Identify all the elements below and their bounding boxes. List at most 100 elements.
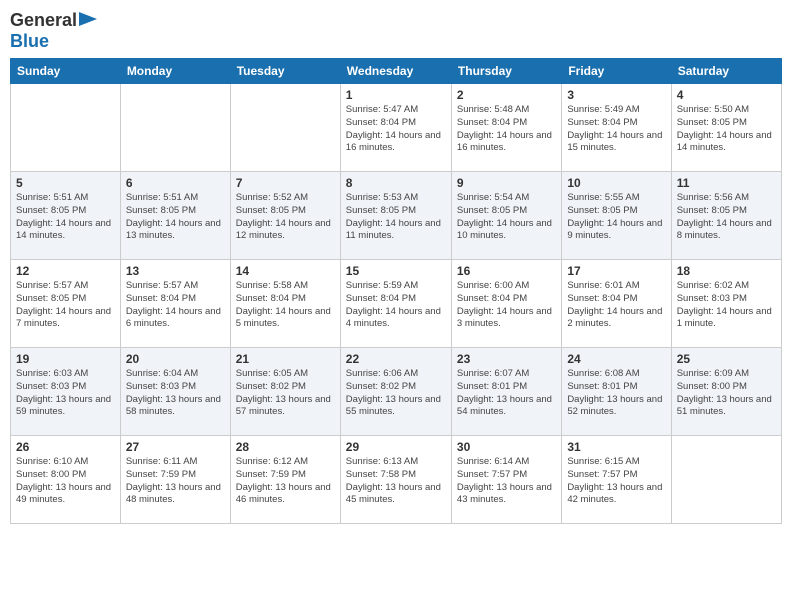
logo: General Blue (10, 10, 97, 52)
calendar-cell: 21Sunrise: 6:05 AM Sunset: 8:02 PM Dayli… (230, 348, 340, 436)
day-number: 31 (567, 440, 665, 454)
day-info: Sunrise: 6:04 AM Sunset: 8:03 PM Dayligh… (126, 368, 225, 419)
calendar-cell: 15 Sunrise: 5:59 AM Sunset: 8:04 PM Dayli… (340, 260, 451, 348)
day-number: 26 (16, 440, 115, 454)
day-info: Sunrise: 5:47 AM Sunset: 8:04 PM Dayligh… (346, 104, 446, 155)
day-info: Sunrise: 5:58 AM Sunset: 8:04 PM Dayligh… (236, 280, 335, 331)
day-number: 14 (236, 264, 335, 278)
calendar-cell (120, 84, 230, 172)
calendar-cell: 2Sunrise: 5:48 AM Sunset: 8:04 PM Daylig… (451, 84, 561, 172)
day-info: Sunrise: 6:03 AM Sunset: 8:03 PM Dayligh… (16, 368, 115, 419)
day-info: Sunrise: 6:10 AM Sunset: 8:00 PM Dayligh… (16, 456, 115, 507)
calendar-cell: 31 Sunrise: 6:15 AM Sunset: 7:57 PM Dayli… (562, 436, 671, 524)
day-info: Sunrise: 6:15 AM Sunset: 7:57 PM Dayligh… (567, 456, 665, 507)
calendar-table: SundayMondayTuesdayWednesdayThursdayFrid… (10, 58, 782, 524)
day-number: 22 (346, 352, 446, 366)
calendar-cell: 6 Sunrise: 5:51 AM Sunset: 8:05 PM Daylig… (120, 172, 230, 260)
day-number: 9 (457, 176, 556, 190)
day-number: 8 (346, 176, 446, 190)
day-info: Sunrise: 5:50 AM Sunset: 8:05 PM Dayligh… (677, 104, 776, 155)
logo-arrow-icon (79, 12, 97, 26)
calendar-cell: 9Sunrise: 5:54 AM Sunset: 8:05 PM Daylig… (451, 172, 561, 260)
day-number: 25 (677, 352, 776, 366)
day-info: Sunrise: 5:53 AM Sunset: 8:05 PM Dayligh… (346, 192, 446, 243)
day-number: 1 (346, 88, 446, 102)
day-number: 16 (457, 264, 556, 278)
calendar-cell (230, 84, 340, 172)
calendar-cell: 29 Sunrise: 6:13 AM Sunset: 7:58 PM Dayli… (340, 436, 451, 524)
calendar-cell: 26 Sunrise: 6:10 AM Sunset: 8:00 PM Dayli… (11, 436, 121, 524)
calendar-cell: 24Sunrise: 6:08 AM Sunset: 8:01 PM Dayli… (562, 348, 671, 436)
day-number: 23 (457, 352, 556, 366)
calendar-cell (11, 84, 121, 172)
logo-general: General (10, 10, 77, 31)
day-info: Sunrise: 6:02 AM Sunset: 8:03 PM Dayligh… (677, 280, 776, 331)
calendar-cell: 1 Sunrise: 5:47 AM Sunset: 8:04 PM Daylig… (340, 84, 451, 172)
day-number: 19 (16, 352, 115, 366)
day-number: 30 (457, 440, 556, 454)
day-number: 10 (567, 176, 665, 190)
day-number: 18 (677, 264, 776, 278)
day-number: 15 (346, 264, 446, 278)
day-info: Sunrise: 6:00 AM Sunset: 8:04 PM Dayligh… (457, 280, 556, 331)
day-info: Sunrise: 6:14 AM Sunset: 7:57 PM Dayligh… (457, 456, 556, 507)
page-header: General Blue (10, 10, 782, 52)
day-info: Sunrise: 6:13 AM Sunset: 7:58 PM Dayligh… (346, 456, 446, 507)
calendar-cell: 22 Sunrise: 6:06 AM Sunset: 8:02 PM Dayli… (340, 348, 451, 436)
calendar-week-row: 5Sunrise: 5:51 AM Sunset: 8:05 PM Daylig… (11, 172, 782, 260)
calendar-cell: 11Sunrise: 5:56 AM Sunset: 8:05 PM Dayli… (671, 172, 781, 260)
day-info: Sunrise: 6:09 AM Sunset: 8:00 PM Dayligh… (677, 368, 776, 419)
day-info: Sunrise: 5:49 AM Sunset: 8:04 PM Dayligh… (567, 104, 665, 155)
day-info: Sunrise: 5:48 AM Sunset: 8:04 PM Dayligh… (457, 104, 556, 155)
day-number: 27 (126, 440, 225, 454)
day-info: Sunrise: 6:12 AM Sunset: 7:59 PM Dayligh… (236, 456, 335, 507)
calendar-cell: 16 Sunrise: 6:00 AM Sunset: 8:04 PM Dayli… (451, 260, 561, 348)
weekday-header: Tuesday (230, 59, 340, 84)
calendar-cell: 5Sunrise: 5:51 AM Sunset: 8:05 PM Daylig… (11, 172, 121, 260)
day-info: Sunrise: 6:06 AM Sunset: 8:02 PM Dayligh… (346, 368, 446, 419)
day-info: Sunrise: 5:51 AM Sunset: 8:05 PM Dayligh… (16, 192, 115, 243)
weekday-header-row: SundayMondayTuesdayWednesdayThursdayFrid… (11, 59, 782, 84)
calendar-cell: 10 Sunrise: 5:55 AM Sunset: 8:05 PM Dayli… (562, 172, 671, 260)
calendar-cell: 30 Sunrise: 6:14 AM Sunset: 7:57 PM Dayli… (451, 436, 561, 524)
day-info: Sunrise: 5:51 AM Sunset: 8:05 PM Dayligh… (126, 192, 225, 243)
logo-blue: Blue (10, 31, 49, 52)
day-number: 7 (236, 176, 335, 190)
weekday-header: Monday (120, 59, 230, 84)
day-number: 4 (677, 88, 776, 102)
day-info: Sunrise: 6:07 AM Sunset: 8:01 PM Dayligh… (457, 368, 556, 419)
calendar-cell: 23 Sunrise: 6:07 AM Sunset: 8:01 PM Dayli… (451, 348, 561, 436)
day-number: 12 (16, 264, 115, 278)
day-number: 29 (346, 440, 446, 454)
day-number: 3 (567, 88, 665, 102)
weekday-header: Saturday (671, 59, 781, 84)
calendar-cell: 14 Sunrise: 5:58 AM Sunset: 8:04 PM Dayli… (230, 260, 340, 348)
calendar-week-row: 19 Sunrise: 6:03 AM Sunset: 8:03 PM Dayli… (11, 348, 782, 436)
calendar-cell: 20 Sunrise: 6:04 AM Sunset: 8:03 PM Dayli… (120, 348, 230, 436)
day-info: Sunrise: 5:57 AM Sunset: 8:05 PM Dayligh… (16, 280, 115, 331)
day-number: 24 (567, 352, 665, 366)
calendar-cell (671, 436, 781, 524)
weekday-header: Thursday (451, 59, 561, 84)
day-number: 13 (126, 264, 225, 278)
calendar-cell: 25 Sunrise: 6:09 AM Sunset: 8:00 PM Dayli… (671, 348, 781, 436)
day-number: 17 (567, 264, 665, 278)
day-info: Sunrise: 5:55 AM Sunset: 8:05 PM Dayligh… (567, 192, 665, 243)
day-info: Sunrise: 5:56 AM Sunset: 8:05 PM Dayligh… (677, 192, 776, 243)
calendar-cell: 4 Sunrise: 5:50 AM Sunset: 8:05 PM Daylig… (671, 84, 781, 172)
calendar-cell: 17 Sunrise: 6:01 AM Sunset: 8:04 PM Dayli… (562, 260, 671, 348)
day-number: 6 (126, 176, 225, 190)
calendar-cell: 27Sunrise: 6:11 AM Sunset: 7:59 PM Dayli… (120, 436, 230, 524)
calendar-week-row: 12 Sunrise: 5:57 AM Sunset: 8:05 PM Dayli… (11, 260, 782, 348)
calendar-cell: 13Sunrise: 5:57 AM Sunset: 8:04 PM Dayli… (120, 260, 230, 348)
calendar-cell: 18 Sunrise: 6:02 AM Sunset: 8:03 PM Dayli… (671, 260, 781, 348)
day-info: Sunrise: 6:01 AM Sunset: 8:04 PM Dayligh… (567, 280, 665, 331)
calendar-cell: 19 Sunrise: 6:03 AM Sunset: 8:03 PM Dayli… (11, 348, 121, 436)
day-number: 20 (126, 352, 225, 366)
calendar-cell: 28Sunrise: 6:12 AM Sunset: 7:59 PM Dayli… (230, 436, 340, 524)
day-info: Sunrise: 5:52 AM Sunset: 8:05 PM Dayligh… (236, 192, 335, 243)
day-info: Sunrise: 5:59 AM Sunset: 8:04 PM Dayligh… (346, 280, 446, 331)
calendar-week-row: 1 Sunrise: 5:47 AM Sunset: 8:04 PM Daylig… (11, 84, 782, 172)
day-number: 21 (236, 352, 335, 366)
calendar-cell: 12 Sunrise: 5:57 AM Sunset: 8:05 PM Dayli… (11, 260, 121, 348)
